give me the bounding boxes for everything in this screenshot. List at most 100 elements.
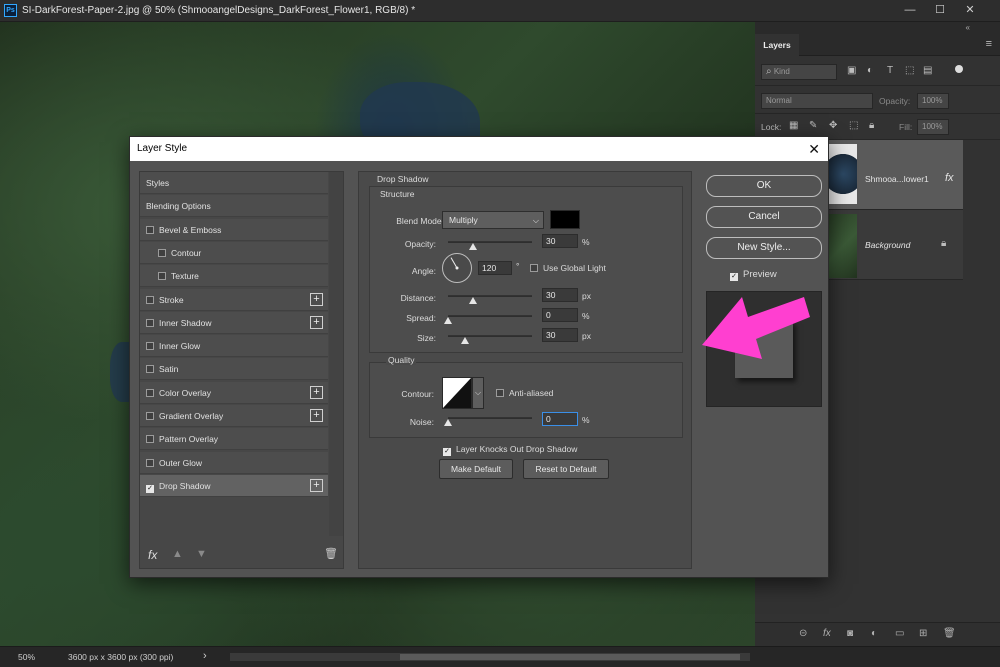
filter-kind-select[interactable]: ⌕ Kind [761, 64, 837, 80]
new-layer-icon[interactable]: ⊞ [919, 628, 927, 639]
make-default-button[interactable]: Make Default [439, 459, 513, 479]
layer-knocks-out-check[interactable]: ✓ [443, 448, 451, 456]
contour-picker[interactable] [442, 377, 472, 409]
fill-input[interactable]: 100% [917, 119, 949, 135]
link-layers-icon[interactable]: ⊝ [799, 628, 807, 639]
spread-input[interactable]: 0 [542, 308, 578, 322]
style-item-satin[interactable]: Satin [140, 358, 328, 381]
add-effect-plus-icon[interactable]: + [310, 385, 323, 399]
tab-layers[interactable]: Layers [755, 34, 799, 56]
layer-name[interactable]: Background [865, 240, 910, 250]
style-item-bevel-emboss[interactable]: Bevel & Emboss [140, 218, 328, 241]
adjustment-filter-icon[interactable]: ◐ [867, 65, 873, 76]
opacity-slider-track[interactable] [448, 241, 532, 243]
zoom-level[interactable]: 50% [18, 652, 35, 662]
distance-input[interactable]: 30 [542, 288, 578, 302]
lock-transparent-icon[interactable]: ▦ [789, 120, 798, 131]
style-item-checkbox[interactable] [146, 412, 154, 420]
pixel-filter-icon[interactable]: ▣ [847, 65, 856, 76]
preview-checkbox[interactable]: ✓ Preview [730, 269, 777, 281]
smart-object-filter-icon[interactable]: ▤ [923, 65, 932, 76]
style-item-checkbox[interactable] [146, 225, 154, 234]
panel-collapse-bar[interactable]: « [755, 22, 1000, 34]
horizontal-scrollbar[interactable] [230, 653, 750, 661]
lock-image-icon[interactable]: ✎ [809, 120, 817, 131]
style-item-checkbox[interactable] [146, 458, 154, 467]
size-slider-thumb[interactable] [460, 337, 469, 344]
shadow-color-swatch[interactable] [550, 210, 580, 229]
layer-name[interactable]: Shmooa...lower1 [865, 174, 929, 184]
new-style-button[interactable]: New Style... [706, 237, 822, 259]
add-effect-plus-icon[interactable]: + [310, 409, 323, 422]
spread-slider-track[interactable] [448, 315, 532, 317]
distance-slider-thumb[interactable] [469, 297, 478, 304]
ok-button[interactable]: OK [706, 175, 822, 197]
document-tab-title[interactable]: SI-DarkForest-Paper-2.jpg @ 50% (Shmooan… [22, 5, 415, 16]
style-item-stroke[interactable]: Stroke + [140, 288, 328, 311]
style-item-checkbox[interactable] [146, 388, 154, 397]
move-up-icon[interactable]: ▲ [172, 548, 183, 560]
panel-menu-icon[interactable]: ≡ [986, 38, 992, 50]
scrollbar-thumb[interactable] [400, 654, 740, 660]
spread-slider-thumb[interactable] [444, 317, 452, 324]
style-item-styles[interactable]: Styles [140, 172, 328, 194]
chevron-down-icon[interactable]: ⌵ [472, 377, 484, 409]
style-item-inner-glow[interactable]: Inner Glow [140, 335, 328, 358]
opacity-input[interactable]: 100% [917, 93, 949, 109]
fx-menu-icon[interactable]: fx [148, 548, 157, 562]
use-global-light-check[interactable] [530, 264, 538, 272]
status-info-arrow-icon[interactable]: › [203, 650, 207, 662]
fx-icon[interactable]: fx [945, 172, 954, 184]
lock-all-icon[interactable]: 🔒︎ [869, 120, 874, 131]
minimize-icon[interactable]: — [895, 0, 925, 22]
opacity-input[interactable]: 30 [542, 234, 578, 248]
style-item-checkbox[interactable] [146, 318, 154, 327]
type-filter-icon[interactable]: T [887, 65, 893, 76]
style-item-texture[interactable]: Texture [140, 265, 328, 288]
style-item-blending-options[interactable]: Blending Options [140, 195, 328, 218]
distance-slider-track[interactable] [448, 295, 532, 297]
style-item-drop-shadow[interactable]: ✓ Drop Shadow + [140, 474, 328, 497]
move-down-icon[interactable]: ▼ [196, 548, 207, 560]
style-item-checkbox[interactable] [146, 342, 154, 351]
anti-aliased-check[interactable] [496, 389, 504, 397]
style-item-inner-shadow[interactable]: Inner Shadow + [140, 311, 328, 334]
new-adjustment-icon[interactable]: ◐ [871, 628, 877, 639]
preview-check[interactable]: ✓ [730, 273, 738, 281]
blend-mode-dropdown[interactable]: Multiply ⌵ [442, 211, 544, 229]
add-effect-plus-icon[interactable]: + [310, 478, 323, 492]
size-input[interactable]: 30 [542, 328, 578, 342]
add-mask-icon[interactable]: ◙ [847, 628, 853, 639]
style-item-checkbox[interactable] [158, 272, 166, 281]
add-style-icon[interactable]: fx [823, 628, 831, 639]
blend-mode-select[interactable]: Normal [761, 93, 873, 109]
lock-position-icon[interactable]: ✥ [829, 120, 837, 131]
style-item-outer-glow[interactable]: Outer Glow [140, 451, 328, 474]
style-item-pattern-overlay[interactable]: Pattern Overlay [140, 428, 328, 451]
layer-knocks-out-checkbox[interactable]: ✓ Layer Knocks Out Drop Shadow [443, 444, 577, 456]
style-item-checkbox[interactable] [158, 248, 166, 257]
style-item-checkbox[interactable]: ✓ [146, 484, 154, 493]
style-item-contour[interactable]: Contour [140, 241, 328, 264]
style-item-gradient-overlay[interactable]: Gradient Overlay + [140, 405, 328, 427]
noise-slider-track[interactable] [448, 417, 532, 419]
style-item-checkbox[interactable] [146, 365, 154, 374]
delete-effect-icon[interactable]: 🗑︎ [324, 547, 338, 560]
shape-filter-icon[interactable]: ⬚ [905, 65, 914, 76]
delete-layer-icon[interactable]: 🗑︎ [943, 628, 956, 639]
reset-to-default-button[interactable]: Reset to Default [523, 459, 609, 479]
angle-dial[interactable] [442, 253, 472, 283]
style-item-checkbox[interactable] [146, 435, 154, 444]
add-effect-plus-icon[interactable]: + [310, 292, 323, 306]
noise-slider-thumb[interactable] [444, 419, 452, 426]
opacity-slider-thumb[interactable] [469, 243, 478, 250]
use-global-light-checkbox[interactable]: Use Global Light [530, 263, 606, 273]
lock-artboard-icon[interactable]: ⬚ [849, 120, 858, 131]
new-group-icon[interactable]: ▭ [895, 628, 904, 639]
maximize-icon[interactable]: ☐ [925, 0, 955, 22]
filter-toggle-icon[interactable] [955, 65, 963, 73]
close-icon[interactable]: ✕ [955, 0, 985, 22]
cancel-button[interactable]: Cancel [706, 206, 822, 228]
anti-aliased-checkbox[interactable]: Anti-aliased [496, 388, 553, 398]
angle-input[interactable]: 120 [478, 261, 512, 275]
